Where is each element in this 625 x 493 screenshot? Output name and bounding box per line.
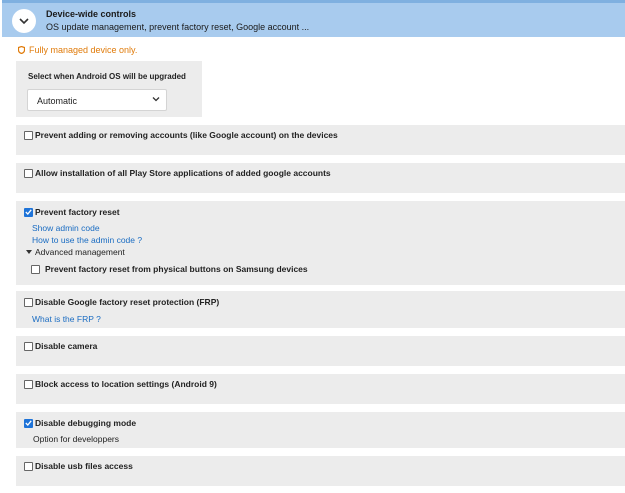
disable-frp-label: Disable Google factory reset protection …: [35, 297, 220, 307]
caret-down-icon: [26, 249, 32, 254]
disable-usb-checkbox[interactable]: [24, 461, 33, 471]
os-upgrade-value: Automatic: [37, 96, 78, 106]
section-subtitle: OS update management, prevent factory re…: [46, 22, 310, 32]
allow-play-store-checkbox[interactable]: [24, 168, 33, 178]
os-upgrade-panel: Select when Android OS will be upgraded …: [16, 61, 202, 117]
option-disable-frp-panel: Disable Google factory reset protection …: [16, 291, 625, 328]
disable-camera-label: Disable camera: [35, 341, 98, 351]
what-is-frp-link[interactable]: What is the FRP ?: [32, 314, 101, 324]
prevent-factory-reset-label: Prevent factory reset: [35, 207, 120, 217]
advanced-management-toggle[interactable]: Advanced management: [26, 247, 125, 257]
advanced-management-label: Advanced management: [35, 247, 125, 257]
option-disable-camera-panel: Disable camera: [16, 336, 625, 366]
block-location-label: Block access to location settings (Andro…: [35, 379, 217, 389]
section-title: Device-wide controls: [46, 9, 137, 19]
block-location-checkbox[interactable]: [24, 379, 33, 389]
option-disable-usb-panel: Disable usb files access: [16, 456, 625, 486]
prevent-factory-reset-checkbox[interactable]: [24, 207, 33, 217]
os-upgrade-select[interactable]: Automatic: [27, 89, 167, 111]
prevent-accounts-label: Prevent adding or removing accounts (lik…: [35, 130, 338, 140]
debugging-note: Option for developpers: [33, 434, 119, 444]
os-upgrade-label: Select when Android OS will be upgraded: [28, 72, 186, 81]
managed-warning: Fully managed device only.: [18, 45, 137, 55]
option-allow-play-store-panel: Allow installation of all Play Store app…: [16, 163, 625, 193]
disable-camera-checkbox[interactable]: [24, 341, 33, 351]
chevron-down-icon: [152, 95, 160, 105]
disable-debugging-label: Disable debugging mode: [35, 418, 137, 428]
samsung-buttons-checkbox[interactable]: [31, 264, 40, 274]
disable-frp-checkbox[interactable]: [24, 297, 33, 307]
option-prevent-factory-reset-panel: Prevent factory reset Show admin code Ho…: [16, 201, 625, 285]
checkmark-icon: [25, 209, 32, 215]
allow-play-store-label: Allow installation of all Play Store app…: [35, 168, 331, 178]
checkmark-icon: [25, 420, 32, 426]
option-disable-debugging-panel: Disable debugging mode Option for develo…: [16, 412, 625, 448]
warning-text: Fully managed device only.: [29, 45, 138, 55]
show-admin-code-link[interactable]: Show admin code: [32, 223, 100, 233]
shield-icon: [18, 46, 25, 54]
disable-debugging-checkbox[interactable]: [24, 418, 33, 428]
option-block-location-panel: Block access to location settings (Andro…: [16, 374, 625, 404]
prevent-accounts-checkbox[interactable]: [24, 130, 33, 140]
how-to-admin-code-link[interactable]: How to use the admin code ?: [32, 235, 142, 245]
samsung-buttons-label: Prevent factory reset from physical butt…: [45, 264, 308, 274]
disable-usb-label: Disable usb files access: [35, 461, 133, 471]
chevron-down-icon[interactable]: [12, 9, 36, 33]
section-header[interactable]: Device-wide controls OS update managemen…: [2, 0, 625, 37]
option-prevent-accounts-panel: Prevent adding or removing accounts (lik…: [16, 125, 625, 155]
